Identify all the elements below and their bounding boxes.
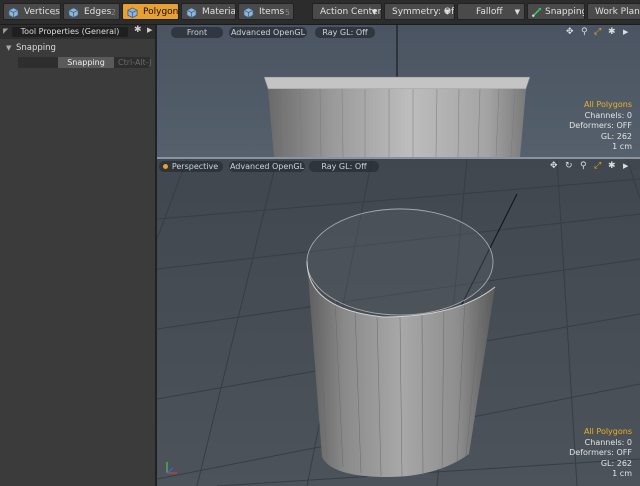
- front-raygl-menu[interactable]: Ray GL: Off: [315, 27, 375, 38]
- chevron-down-icon: ▼: [371, 8, 377, 16]
- pan-icon[interactable]: ✥: [566, 27, 574, 37]
- snapping-field: Snapping Ctrl-Alt-J: [18, 57, 152, 68]
- gear-icon[interactable]: ✱: [134, 25, 142, 35]
- front-info-overlay: All Polygons Channels: 0 Deformers: OFF …: [569, 100, 632, 153]
- channels-info: Channels: 0: [584, 110, 632, 120]
- perspective-view-label: Perspective: [171, 162, 219, 171]
- gl-info: GL: 262: [600, 131, 632, 141]
- fit-icon[interactable]: ⤢: [594, 27, 601, 37]
- snapping-section-header[interactable]: ▼ Snapping: [0, 42, 155, 54]
- panel-title[interactable]: Tool Properties (General): [12, 27, 128, 37]
- falloff-dropdown[interactable]: Falloff ▼: [457, 3, 525, 20]
- front-viewport[interactable]: Front Advanced OpenGL Ray GL: Off ✥ ⚲ ⤢ …: [157, 25, 640, 157]
- polygons-label: Polygons: [143, 7, 179, 17]
- expand-triangle-icon[interactable]: ▼: [6, 42, 11, 54]
- edges-label: Edges: [84, 7, 112, 17]
- materials-mode-button[interactable]: Materials: [181, 3, 236, 20]
- rotate-icon[interactable]: ↻: [565, 161, 573, 171]
- work-plane-label: Work Plane: [595, 7, 640, 17]
- polygons-mode-button[interactable]: Polygons: [122, 3, 179, 20]
- unit-info: 1 cm: [612, 469, 632, 478]
- work-plane-dropdown[interactable]: Work Plane: [587, 3, 640, 20]
- deformers-info: Deformers: OFF: [569, 121, 632, 130]
- fit-icon[interactable]: ⤢: [594, 161, 601, 171]
- perspective-raygl-menu[interactable]: Ray GL: Off: [309, 161, 379, 172]
- snapping-label: Snapping: [545, 7, 585, 17]
- edges-cube-icon: [68, 7, 79, 18]
- selection-info: All Polygons: [583, 100, 632, 109]
- gl-info: GL: 262: [600, 458, 632, 468]
- snapping-button[interactable]: Snapping: [58, 57, 114, 68]
- perspective-viewport[interactable]: Perspective Advanced OpenGL Ray GL: Off …: [157, 159, 640, 486]
- symmetry-dropdown[interactable]: Symmetry: Off ▼: [384, 3, 455, 20]
- snapping-toggle[interactable]: Snapping: [527, 3, 585, 20]
- edges-key: 2: [110, 8, 116, 17]
- front-renderer-menu[interactable]: Advanced OpenGL: [229, 27, 307, 38]
- snapping-section-label: Snapping: [16, 43, 56, 53]
- viewport-active-dot: [163, 164, 168, 169]
- chevron-down-icon: ▼: [514, 8, 520, 16]
- snapping-magnet-icon: [532, 7, 542, 17]
- pan-icon[interactable]: ✥: [550, 161, 558, 171]
- tool-properties-panel: ◤ Tool Properties (General) ✱ ▶ ▼ Snappi…: [0, 25, 157, 486]
- axis-gizmo-icon: [166, 462, 177, 474]
- chevron-right-icon[interactable]: ▶: [623, 28, 628, 36]
- perspective-info-overlay: All Polygons Channels: 0 Deformers: OFF …: [569, 427, 632, 480]
- vertices-mode-button[interactable]: Vertices 1: [3, 3, 61, 20]
- deformers-info: Deformers: OFF: [569, 448, 632, 457]
- action-center-dropdown[interactable]: Action Center ▼: [312, 3, 382, 20]
- edges-mode-button[interactable]: Edges 2: [63, 3, 120, 20]
- gear-icon[interactable]: ✱: [608, 161, 616, 171]
- front-view-scene: [263, 25, 531, 157]
- gear-icon[interactable]: ✱: [608, 27, 616, 37]
- perspective-renderer-menu[interactable]: Advanced OpenGL: [229, 161, 305, 172]
- perspective-view-menu[interactable]: Perspective: [159, 161, 223, 172]
- vertices-key: 1: [51, 8, 57, 17]
- items-cube-icon: [243, 7, 254, 18]
- polygons-cube-icon: [127, 7, 138, 18]
- front-view-menu[interactable]: Front: [171, 27, 223, 38]
- chevron-right-icon[interactable]: ▶: [623, 162, 628, 170]
- chevron-right-icon[interactable]: ▶: [147, 26, 152, 34]
- unit-info: 1 cm: [612, 142, 632, 151]
- items-label: Items: [259, 7, 285, 17]
- snapping-shortcut: Ctrl-Alt-J: [118, 58, 152, 67]
- panel-header: ◤ Tool Properties (General) ✱ ▶: [0, 25, 155, 39]
- selection-info: All Polygons: [583, 427, 632, 436]
- falloff-label: Falloff: [476, 7, 503, 17]
- materials-cube-icon: [186, 7, 197, 18]
- panel-grip-icon[interactable]: ◤: [3, 27, 8, 35]
- items-mode-button[interactable]: Items 5: [238, 3, 294, 20]
- perspective-view-scene: [157, 159, 640, 486]
- items-key: 5: [284, 8, 290, 17]
- zoom-icon[interactable]: ⚲: [581, 27, 588, 37]
- top-toolbar: Vertices 1 Edges 2 Polygons Materials It…: [0, 0, 640, 25]
- chevron-down-icon: ▼: [444, 8, 450, 16]
- zoom-icon[interactable]: ⚲: [580, 161, 587, 171]
- materials-label: Materials: [202, 7, 236, 17]
- channels-info: Channels: 0: [584, 437, 632, 447]
- vertices-cube-icon: [8, 7, 19, 18]
